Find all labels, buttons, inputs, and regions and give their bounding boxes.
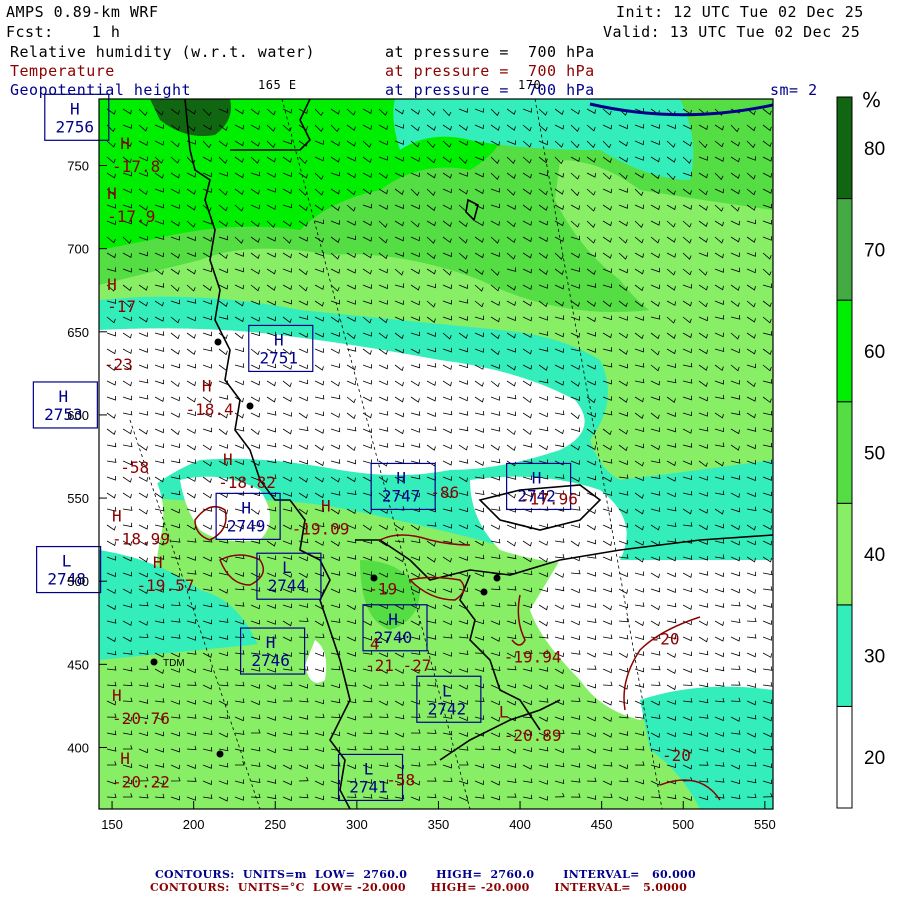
station-label: TDM bbox=[163, 658, 185, 669]
colorbar-swatch bbox=[836, 705, 853, 809]
station-dot bbox=[150, 658, 158, 666]
colorbar-swatch bbox=[836, 502, 853, 606]
colorbar: 20 30 40 50 60 70 80 bbox=[836, 96, 885, 809]
y-tick-label: 600 bbox=[67, 408, 89, 423]
temperature-label: H bbox=[112, 686, 122, 705]
height-label-type: L bbox=[364, 759, 374, 778]
y-tick-label: 700 bbox=[67, 242, 89, 257]
temperature-label: -17.9 bbox=[107, 207, 155, 226]
x-tick-label: 250 bbox=[264, 817, 286, 832]
height-label-value: 2747 bbox=[382, 486, 421, 505]
colorbar-tick-label: 50 bbox=[864, 444, 885, 465]
x-tick-label: 400 bbox=[509, 817, 531, 832]
x-tick-label: 200 bbox=[183, 817, 205, 832]
station-dot bbox=[216, 750, 224, 758]
station-dot bbox=[214, 338, 222, 346]
height-label-type: H bbox=[396, 468, 406, 487]
x-tick-label: 350 bbox=[428, 817, 450, 832]
height-label-type: L bbox=[62, 552, 72, 571]
temperature-label: H bbox=[107, 275, 117, 294]
colorbar-tick-label: 80 bbox=[864, 139, 885, 160]
temperature-label: -17.96 bbox=[520, 490, 578, 509]
temperature-label: -20 bbox=[651, 629, 680, 648]
height-label-value: 2744 bbox=[268, 576, 307, 595]
footer-temperature-contours: CONTOURS: UNITS=°C LOW= -20.000 HIGH= -2… bbox=[150, 881, 688, 894]
temperature-label: H bbox=[202, 377, 212, 396]
colorbar-swatch bbox=[836, 604, 853, 707]
colorbar-unit: % bbox=[862, 88, 882, 112]
temperature-label: -19.94 bbox=[504, 648, 562, 667]
colorbar-tick-label: 70 bbox=[864, 240, 885, 261]
temperature-label: -27 bbox=[403, 656, 432, 675]
temperature-label: -23 bbox=[104, 355, 133, 374]
y-tick-label: 500 bbox=[67, 574, 89, 589]
colorbar-swatch bbox=[836, 401, 853, 504]
height-label-type: H bbox=[266, 633, 276, 652]
height-label-type: H bbox=[532, 468, 542, 487]
height-label-value: 2749 bbox=[227, 516, 266, 535]
temperature-label: -20.22 bbox=[112, 772, 170, 791]
temperature-label: -20 bbox=[662, 746, 691, 765]
x-tick-label: 450 bbox=[591, 817, 613, 832]
colorbar-swatch bbox=[836, 96, 853, 200]
temperature-label: -17.8 bbox=[112, 157, 160, 176]
temperature-label: H bbox=[223, 450, 233, 469]
height-label-value: 2746 bbox=[251, 651, 290, 670]
colorbar-tick-label: 30 bbox=[864, 647, 885, 668]
x-tick-label: 150 bbox=[101, 817, 123, 832]
height-label-type: H bbox=[70, 99, 80, 118]
station-dot bbox=[246, 402, 254, 410]
colorbar-tick-label: 20 bbox=[864, 748, 885, 769]
temperature-label: -19 bbox=[368, 580, 397, 599]
height-label-type: H bbox=[388, 610, 398, 629]
height-label-type: H bbox=[241, 498, 251, 517]
colorbar-swatch bbox=[836, 299, 853, 403]
temperature-label: -18.4 bbox=[185, 400, 233, 419]
temperature-label: -18.82 bbox=[218, 473, 276, 492]
station-dot bbox=[493, 574, 501, 582]
temperature-label: -17 bbox=[107, 297, 136, 316]
temperature-label: -19.09 bbox=[292, 520, 350, 539]
temperature-label: H bbox=[321, 496, 331, 515]
height-label-type: L bbox=[442, 681, 452, 700]
temperature-label: 4 bbox=[370, 634, 380, 653]
temperature-label: -20.76 bbox=[112, 709, 170, 728]
height-label-value: 2742 bbox=[428, 699, 467, 718]
temperature-label: -86 bbox=[430, 483, 459, 502]
y-tick-label: 450 bbox=[67, 657, 89, 672]
temperature-label: H bbox=[120, 134, 130, 153]
temperature-label: -19.57 bbox=[137, 576, 195, 595]
station-dot bbox=[480, 588, 488, 596]
x-tick-label: 550 bbox=[754, 817, 776, 832]
y-tick-label: 400 bbox=[67, 740, 89, 755]
colorbar-tick-label: 60 bbox=[864, 342, 885, 363]
temperature-label: -20.89 bbox=[504, 726, 562, 745]
temperature-label: H bbox=[107, 184, 117, 203]
temperature-label: L bbox=[499, 703, 509, 722]
temperature-label: -58 bbox=[120, 458, 149, 477]
height-label-type: H bbox=[274, 330, 284, 349]
x-tick-label: 500 bbox=[672, 817, 694, 832]
temperature-label: -21 bbox=[365, 656, 394, 675]
y-tick-label: 650 bbox=[67, 325, 89, 340]
height-label-type: L bbox=[282, 558, 292, 577]
temperature-label: H bbox=[120, 749, 130, 768]
temperature-label: H bbox=[153, 553, 163, 572]
temperature-label: H bbox=[112, 506, 122, 525]
height-label-type: H bbox=[59, 387, 69, 406]
y-tick-label: 750 bbox=[67, 159, 89, 174]
map-panel: TDM H2756H2751H2753H2747H2742H2749L2748L… bbox=[32, 93, 885, 832]
temperature-label: -18.99 bbox=[112, 530, 170, 549]
colorbar-swatch bbox=[836, 198, 853, 301]
y-tick-label: 550 bbox=[67, 491, 89, 506]
temperature-label: -58 bbox=[386, 771, 415, 790]
height-label-value: 2751 bbox=[260, 348, 299, 367]
height-label-value: 2756 bbox=[56, 117, 95, 136]
colorbar-tick-label: 40 bbox=[864, 545, 885, 566]
x-tick-label: 300 bbox=[346, 817, 368, 832]
footer-height-contours: CONTOURS: UNITS=m LOW= 2760.0 HIGH= 2760… bbox=[155, 868, 696, 881]
height-label-value: 2741 bbox=[349, 777, 388, 796]
